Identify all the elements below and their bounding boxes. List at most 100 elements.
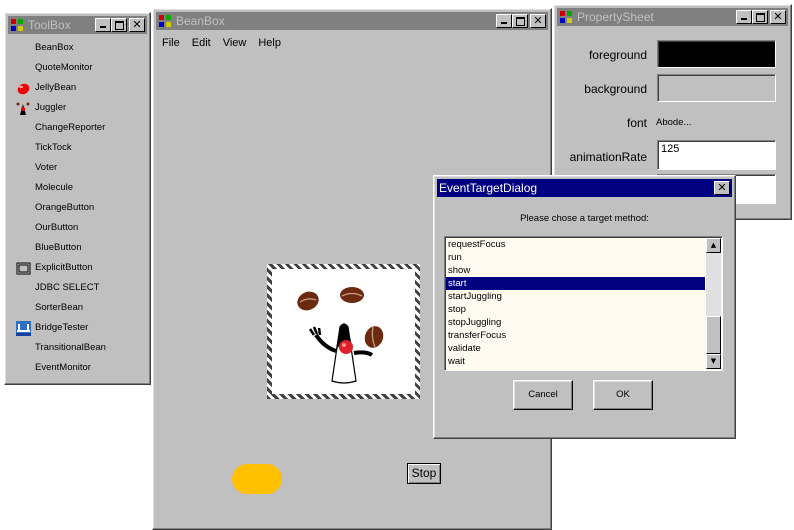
method-list-scrollbar[interactable]: ▲ ▼ — [706, 238, 721, 369]
java-app-icon — [560, 11, 572, 23]
stop-button-label: Stop — [411, 466, 437, 480]
duke-juggling-icon — [297, 287, 384, 384]
dialog-close-button[interactable]: ✕ — [714, 181, 730, 195]
toolbox-item-label: JDBC SELECT — [35, 282, 100, 293]
close-button[interactable]: ✕ — [129, 18, 145, 32]
toolbox-title: ToolBox — [28, 18, 71, 32]
toolbox-item[interactable]: EventMonitor — [5, 361, 150, 377]
method-list-item[interactable]: show — [446, 264, 705, 277]
toolbox-item[interactable]: TickTock — [5, 141, 150, 157]
orange-button-bean[interactable] — [232, 464, 282, 494]
toolbox-item[interactable]: BeanBox — [5, 41, 150, 57]
toolbox-item-label: ExplicitButton — [35, 262, 93, 273]
red-jellybean-icon — [16, 81, 31, 96]
toolbox-item-label: BlueButton — [35, 242, 82, 253]
toolbox-item-label: OrangeButton — [35, 202, 95, 213]
ok-button-label: OK — [616, 389, 630, 400]
method-list-item[interactable]: requestFocus — [446, 238, 705, 251]
scroll-down-button[interactable]: ▼ — [706, 354, 721, 369]
toolbox-titlebar[interactable]: ToolBox ✕ — [8, 16, 147, 34]
font-label: font — [626, 116, 647, 130]
method-list-item[interactable]: validate — [446, 342, 705, 355]
toolbox-item[interactable]: ChangeReporter — [5, 121, 150, 137]
background-color-swatch[interactable] — [657, 74, 776, 102]
duke-juggler-icon — [16, 101, 31, 116]
close-button[interactable]: ✕ — [770, 10, 786, 24]
toolbox-item-label: QuoteMonitor — [35, 62, 93, 73]
minimize-button[interactable] — [736, 10, 752, 24]
toolbox-item-label: BridgeTester — [35, 322, 89, 333]
toolbox-item[interactable]: QuoteMonitor — [5, 61, 150, 77]
method-list-items: requestFocus run show start startJuggling sto… — [446, 238, 705, 368]
menu-help[interactable]: Help — [252, 33, 287, 53]
toolbox-window: ToolBox ✕ BeanBox QuoteMonitor JellyBean Ju… — [4, 12, 151, 385]
menu-view[interactable]: View — [217, 33, 253, 53]
bridge-icon — [16, 321, 31, 336]
toolbox-item[interactable]: OrangeButton — [5, 201, 150, 217]
maximize-button[interactable] — [752, 10, 768, 24]
toolbox-item-label: EventMonitor — [35, 362, 91, 373]
foreground-label: foreground — [588, 48, 647, 62]
toolbox-item[interactable]: JellyBean — [5, 81, 150, 97]
scroll-thumb[interactable] — [706, 316, 721, 354]
ok-button[interactable]: OK — [593, 380, 653, 410]
toolbox-item[interactable]: Voter — [5, 161, 150, 177]
toolbox-item-label: Voter — [35, 162, 58, 173]
java-app-icon — [11, 19, 23, 31]
method-list-item[interactable]: startJuggling — [446, 290, 705, 303]
propertysheet-titlebar[interactable]: PropertySheet ✕ — [557, 8, 788, 26]
beanbox-titlebar[interactable]: BeanBox ✕ — [156, 12, 548, 30]
dialog-title: EventTargetDialog — [439, 181, 538, 195]
cancel-button[interactable]: Cancel — [513, 380, 573, 410]
close-button[interactable]: ✕ — [530, 14, 546, 28]
toolbox-item-label: SorterBean — [35, 302, 84, 313]
menu-edit[interactable]: Edit — [186, 33, 217, 53]
method-list-item[interactable]: start — [446, 277, 705, 290]
toolbox-item-label: BeanBox — [35, 42, 74, 53]
toolbox-item[interactable]: BlueButton — [5, 241, 150, 257]
method-list-item[interactable]: wait — [446, 355, 705, 368]
toolbox-item-label: Juggler — [35, 102, 67, 113]
beanbox-title: BeanBox — [176, 14, 225, 28]
background-label: background — [584, 82, 647, 96]
juggler-bean[interactable] — [267, 264, 420, 399]
maximize-button[interactable] — [111, 18, 127, 32]
menu-file[interactable]: File — [156, 33, 186, 53]
method-list-item[interactable]: run — [446, 251, 705, 264]
animationrate-value: 125 — [661, 143, 680, 155]
toolbox-item[interactable]: TransitionalBean — [5, 341, 150, 357]
toolbox-item[interactable]: Molecule — [5, 181, 150, 197]
toolbox-item-label: ChangeReporter — [35, 122, 106, 133]
toolbox-item[interactable]: ExplicitButton — [5, 261, 150, 277]
beanbox-menubar: File Edit View Help — [156, 33, 287, 53]
dialog-titlebar[interactable]: EventTargetDialog ✕ — [437, 179, 732, 197]
toolbox-item-label: TickTock — [35, 142, 72, 153]
toolbox-item-label: Molecule — [35, 182, 74, 193]
java-app-icon — [159, 15, 171, 27]
toolbox-item-label: TransitionalBean — [35, 342, 106, 353]
toolbox-item[interactable]: BridgeTester — [5, 321, 150, 337]
toolbox-item[interactable]: SorterBean — [5, 301, 150, 317]
animationrate-input[interactable]: 125 — [657, 140, 776, 170]
minimize-button[interactable] — [496, 14, 512, 28]
method-list-item[interactable]: stop — [446, 303, 705, 316]
method-list[interactable]: requestFocus run show start startJuggling sto… — [444, 236, 723, 371]
cancel-button-label: Cancel — [528, 389, 558, 400]
font-value[interactable]: Abode... — [656, 117, 691, 128]
method-list-item[interactable]: stopJuggling — [446, 316, 705, 329]
toolbox-item[interactable]: OurButton — [5, 221, 150, 237]
toolbox-item[interactable]: JDBC SELECT — [5, 281, 150, 297]
method-list-item[interactable]: transferFocus — [446, 329, 705, 342]
toolbox-item-label: OurButton — [35, 222, 79, 233]
minimize-button[interactable] — [95, 18, 111, 32]
scroll-up-button[interactable]: ▲ — [706, 238, 721, 253]
maximize-button[interactable] — [512, 14, 528, 28]
animationrate-label: animationRate — [569, 150, 647, 164]
toolbox-item[interactable]: Juggler — [5, 101, 150, 117]
foreground-color-swatch[interactable] — [657, 40, 776, 68]
button-icon — [16, 261, 31, 276]
propertysheet-title: PropertySheet — [577, 10, 654, 24]
toolbox-item-label: JellyBean — [35, 82, 77, 93]
stop-button[interactable]: Stop — [407, 463, 441, 484]
event-target-dialog: EventTargetDialog ✕ Please chose a targe… — [433, 175, 736, 439]
